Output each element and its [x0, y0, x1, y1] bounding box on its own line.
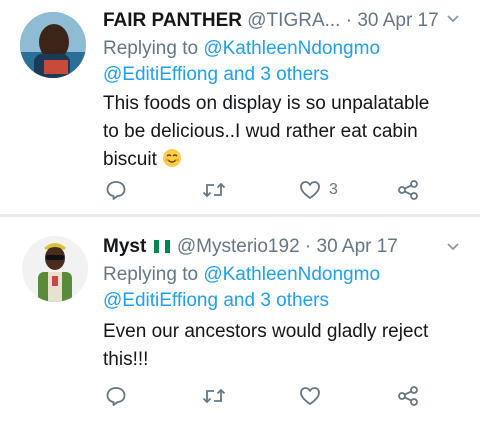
mention-others-link[interactable]: @EditiEffiong and 3 others	[103, 64, 329, 85]
like-count: 3	[329, 181, 338, 198]
tweet-date[interactable]: · 30 Apr 17	[346, 10, 439, 31]
tweet-text: Even our ancestors would gladly reject t…	[103, 318, 468, 374]
retweet-button[interactable]	[202, 384, 226, 408]
tweet-text-line: This foods on display is so unpalatable	[103, 93, 430, 114]
reply-button[interactable]	[105, 178, 127, 202]
share-icon	[398, 180, 418, 200]
avatar[interactable]	[22, 236, 88, 302]
tweet-text-line: Even our ancestors would gladly reject	[103, 321, 429, 342]
mention-others-link[interactable]: @EditiEffiong and 3 others	[103, 290, 329, 311]
tweet-text-line: to be delicious..I wud rather eat cabin	[103, 121, 418, 142]
like-icon	[300, 387, 320, 405]
like-button[interactable]: 3	[299, 178, 338, 202]
like-icon	[300, 181, 320, 199]
replying-to: Replying to @KathleenNdongmo @EditiEffio…	[103, 262, 380, 314]
replying-to: Replying to @KathleenNdongmo @EditiEffio…	[103, 36, 380, 88]
reply-icon	[106, 181, 126, 200]
chevron-down-icon[interactable]	[446, 12, 460, 26]
retweet-icon	[202, 388, 226, 404]
reply-icon	[106, 387, 126, 406]
tweet-text-line: this!!!	[103, 349, 149, 370]
tweet[interactable]: FAIR PANTHER @TIGRA... · 30 Apr 17 Reply…	[0, 0, 480, 214]
display-name[interactable]: FAIR PANTHER	[103, 10, 242, 31]
tweet-header: Myst @Mysterio192 · 30 Apr 17	[103, 236, 398, 260]
user-handle[interactable]: @TIGRA...	[247, 10, 340, 31]
tweet-text: This foods on display is so unpalatable …	[103, 90, 468, 174]
user-handle[interactable]: @Mysterio192	[177, 236, 300, 257]
chevron-down-icon[interactable]	[446, 240, 460, 254]
tweet-date[interactable]: · 30 Apr 17	[305, 236, 398, 257]
avatar[interactable]	[20, 12, 86, 78]
mention-link[interactable]: @KathleenNdongmo	[203, 264, 380, 285]
nigeria-flag-icon	[153, 238, 171, 260]
share-button[interactable]	[397, 384, 419, 408]
replying-prefix: Replying to	[103, 38, 204, 59]
share-icon	[398, 386, 418, 406]
like-button[interactable]	[299, 384, 329, 408]
tweet-header: FAIR PANTHER @TIGRA... · 30 Apr 17	[103, 10, 439, 32]
retweet-icon	[202, 182, 226, 198]
tweet-divider	[0, 214, 480, 217]
share-button[interactable]	[397, 178, 419, 202]
replying-prefix: Replying to	[103, 264, 204, 285]
smiling-emoji-icon	[157, 149, 182, 170]
display-name[interactable]: Myst	[103, 236, 146, 257]
reply-button[interactable]	[105, 384, 127, 408]
retweet-button[interactable]	[202, 178, 226, 202]
mention-link[interactable]: @KathleenNdongmo	[203, 38, 380, 59]
tweet-text-line: biscuit	[103, 149, 157, 170]
